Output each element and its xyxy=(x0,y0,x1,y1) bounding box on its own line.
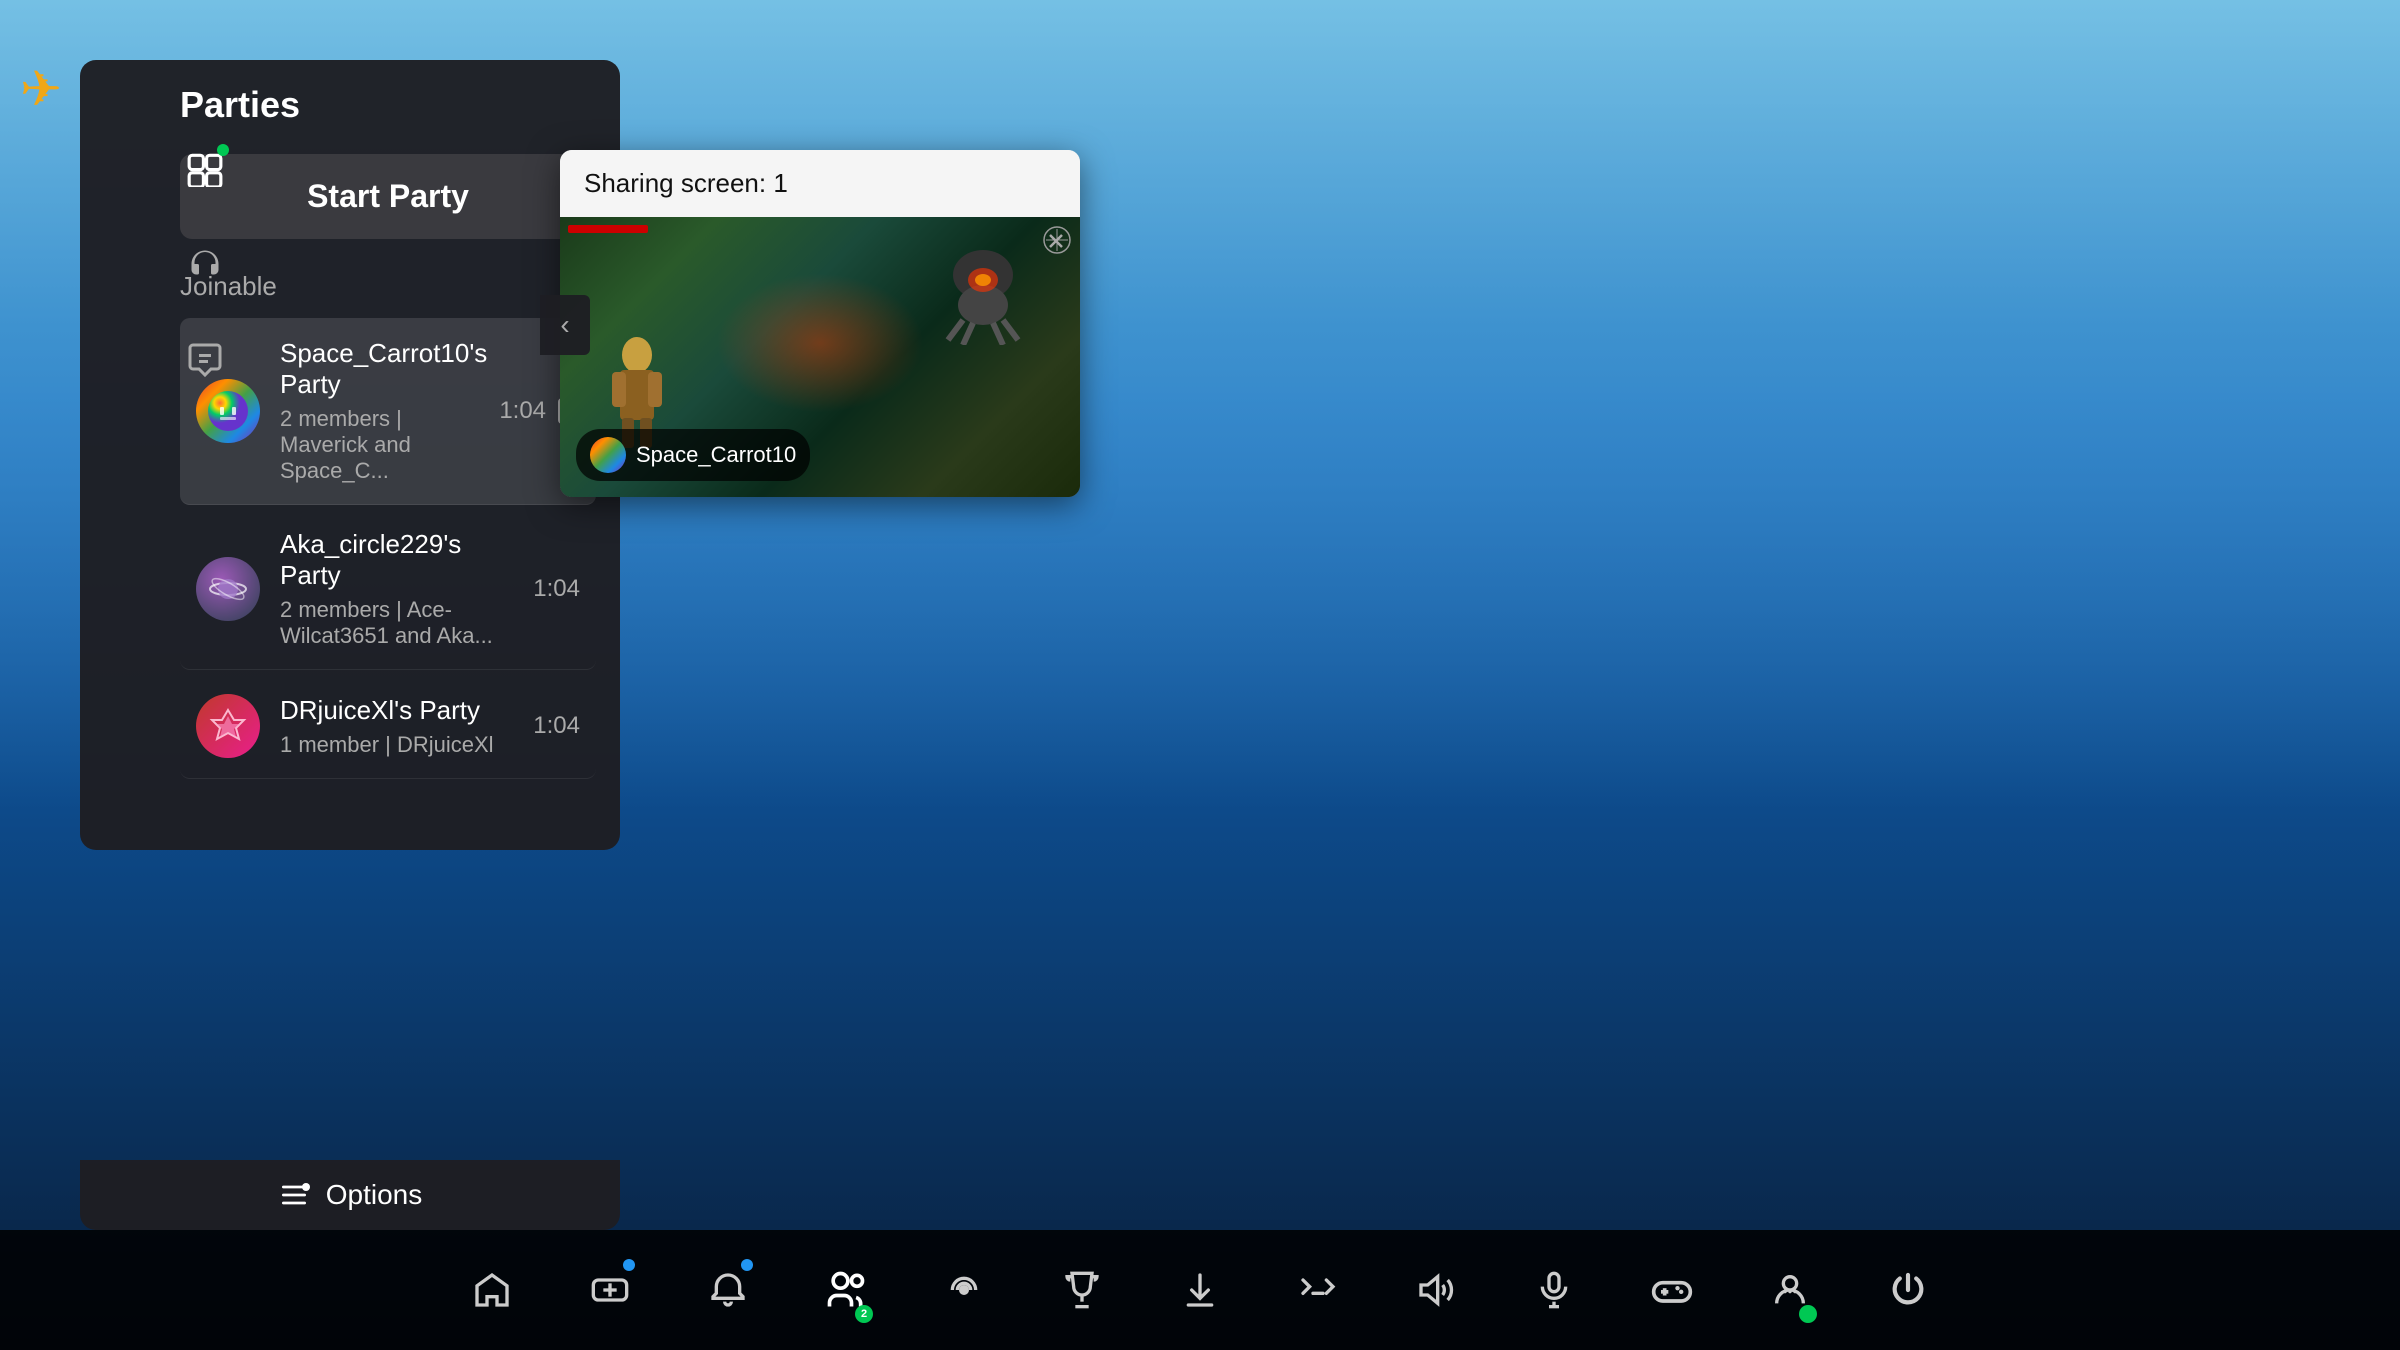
sidebar-item-headset[interactable] xyxy=(177,236,233,292)
sound-icon xyxy=(1416,1270,1456,1310)
game-library-icon xyxy=(590,1270,630,1310)
taskbar-game-library[interactable] xyxy=(575,1255,645,1325)
social-badge: 2 xyxy=(855,1305,873,1323)
active-indicator xyxy=(217,144,229,156)
party-members-1: 2 members | Maverick and Space_C... xyxy=(280,406,487,484)
party-name-2: Aka_circle229's Party xyxy=(280,529,521,591)
options-bar[interactable]: Options xyxy=(80,1160,620,1230)
options-menu-icon xyxy=(278,1179,310,1211)
party-name-1: Space_Carrot10's Party xyxy=(280,338,487,400)
options-label: Options xyxy=(326,1179,423,1211)
sidebar xyxy=(160,120,250,910)
sharing-screen-content: Space_Carrot10 xyxy=(560,217,1080,497)
sharing-screen-title: Sharing screen: 1 xyxy=(560,150,1080,217)
top-decoration: ✈ xyxy=(20,60,62,118)
sidebar-item-game-activity[interactable] xyxy=(177,140,233,196)
sidebar-item-chat[interactable] xyxy=(177,332,233,388)
taskbar-power[interactable] xyxy=(1873,1255,1943,1325)
party-info-2: Aka_circle229's Party 2 members | Ace-Wi… xyxy=(280,529,521,649)
party-info-3: DRjuiceXl's Party 1 member | DRjuiceXl xyxy=(280,695,521,758)
game-enemy xyxy=(938,245,1028,345)
taskbar-profile[interactable] xyxy=(1755,1255,1825,1325)
hud-health xyxy=(568,225,648,233)
party-time-3: 1:04 xyxy=(533,712,580,740)
taskbar-trophy[interactable] xyxy=(1047,1255,1117,1325)
home-icon xyxy=(472,1270,512,1310)
taskbar-broadcast[interactable] xyxy=(929,1255,999,1325)
mic-icon xyxy=(1534,1270,1574,1310)
taskbar: 2 xyxy=(0,1230,2400,1350)
trophy-icon xyxy=(1062,1270,1102,1310)
sharing-username: Space_Carrot10 xyxy=(636,442,796,468)
taskbar-home[interactable] xyxy=(457,1255,527,1325)
party-time-2: 1:04 xyxy=(533,575,580,603)
party-info-1: Space_Carrot10's Party 2 members | Maver… xyxy=(280,338,487,484)
broadcast-icon xyxy=(944,1270,984,1310)
party-members-3: 1 member | DRjuiceXl xyxy=(280,732,521,758)
party-name-3: DRjuiceXl's Party xyxy=(280,695,521,726)
sharing-close-button[interactable] xyxy=(1040,225,1072,257)
game-library-notification xyxy=(623,1259,635,1271)
sharing-user-badge: Space_Carrot10 xyxy=(576,429,810,481)
taskbar-social[interactable]: 2 xyxy=(811,1255,881,1325)
power-icon xyxy=(1888,1270,1928,1310)
controller-icon xyxy=(1650,1268,1694,1312)
remote-play-icon xyxy=(1298,1270,1338,1310)
sharing-user-avatar xyxy=(590,437,626,473)
taskbar-sound[interactable] xyxy=(1401,1255,1471,1325)
taskbar-remote-play[interactable] xyxy=(1283,1255,1353,1325)
notifications-badge xyxy=(741,1259,753,1271)
parties-panel: Parties Start Party Joinable xyxy=(80,60,620,850)
taskbar-controller[interactable] xyxy=(1637,1255,1707,1325)
chevron-left-icon: ‹ xyxy=(560,309,569,341)
party-members-2: 2 members | Ace-Wilcat3651 and Aka... xyxy=(280,597,521,649)
panel-collapse-button[interactable]: ‹ xyxy=(540,295,590,355)
taskbar-mic[interactable] xyxy=(1519,1255,1589,1325)
profile-online-badge xyxy=(1799,1305,1817,1323)
taskbar-download[interactable] xyxy=(1165,1255,1235,1325)
sharing-screen-popup: Sharing screen: 1 xyxy=(560,150,1080,497)
profile-icon xyxy=(1770,1270,1810,1310)
taskbar-notifications[interactable] xyxy=(693,1255,763,1325)
notifications-icon xyxy=(708,1270,748,1310)
party-time-1: 1:04 xyxy=(499,397,546,425)
download-icon xyxy=(1180,1270,1220,1310)
